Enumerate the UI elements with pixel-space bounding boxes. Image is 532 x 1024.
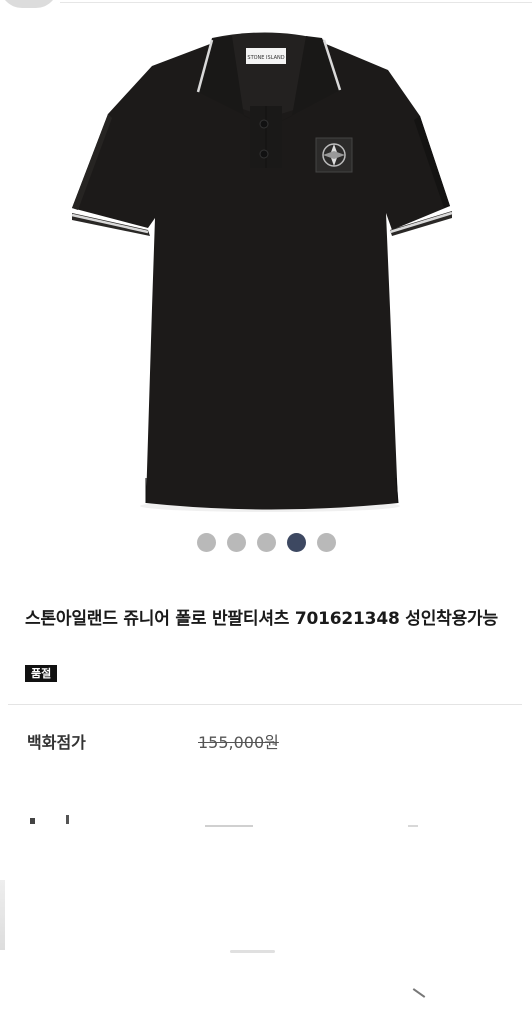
partial-text-fragment [205, 825, 253, 827]
partial-text-fragment [66, 815, 69, 824]
pagination-dot-2[interactable] [226, 533, 246, 552]
back-button-remnant[interactable] [0, 0, 58, 8]
department-store-price: 155,000원 [198, 733, 279, 752]
image-pagination [0, 533, 532, 553]
top-divider [60, 2, 532, 3]
partial-edge-artifact [230, 950, 275, 953]
product-page: STONE ISLAND 스톤아일랜드 쥬니어 폴로 반팔티셔츠 7016213… [0, 0, 532, 1024]
partial-text-fragment [30, 818, 35, 824]
price-label: 백화점가 [27, 733, 86, 752]
pagination-dot-4-active[interactable] [286, 533, 306, 552]
partial-edge-artifact [0, 880, 5, 950]
pagination-dot-5[interactable] [316, 533, 336, 552]
collar-label-text: STONE ISLAND [247, 55, 284, 61]
sold-out-badge: 품절 [25, 665, 58, 682]
pagination-dot-3[interactable] [256, 533, 276, 552]
polo-shirt-image: STONE ISLAND [71, 32, 453, 512]
partial-text-fragment [408, 825, 418, 827]
product-title: 스톤아일랜드 쥬니어 폴로 반팔티셔츠 701621348 성인착용가능 [25, 609, 498, 629]
section-divider [8, 704, 522, 705]
partial-edge-artifact [412, 988, 426, 998]
pagination-dot-1[interactable] [196, 533, 216, 552]
product-image[interactable]: STONE ISLAND [0, 8, 532, 518]
